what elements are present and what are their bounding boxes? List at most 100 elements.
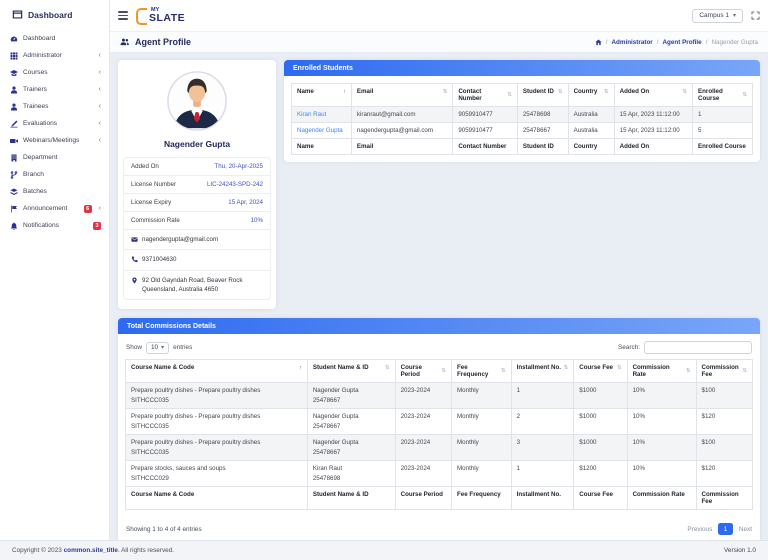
sidebar-item-trainees[interactable]: Trainees ‹ <box>0 98 109 115</box>
phone-icon <box>131 256 138 263</box>
student-name-link[interactable]: Nagender Gupta <box>291 122 352 139</box>
pagination-page-1[interactable]: 1 <box>718 523 733 536</box>
chevron-left-icon: ‹ <box>98 52 101 59</box>
detail-value: Thu, 20-Apr-2025 <box>214 163 264 170</box>
col-header-installment[interactable]: Installment No. ⇅ <box>510 359 575 384</box>
col-header-enrolled-course[interactable]: Enrolled Course ⇅ <box>692 83 753 107</box>
cell-frequency: Monthly <box>451 382 512 410</box>
agent-address-row: 92 Old Gayndah Road, Beaver Rock Queensl… <box>124 269 270 300</box>
table-row: Prepare poultry dishes - Prepare poultry… <box>125 408 754 436</box>
fullscreen-icon[interactable] <box>751 11 760 20</box>
sidebar-item-branch[interactable]: Branch <box>0 166 109 183</box>
cell-email: kiranraut@gmail.com <box>350 106 454 123</box>
breadcrumb-agent-profile[interactable]: Agent Profile <box>663 39 702 46</box>
administrator-icon <box>10 52 18 59</box>
col-header-course[interactable]: Course Name & Code ↑ <box>125 359 308 384</box>
cell-course-fee: $1000 <box>573 382 628 410</box>
cell-student: Kiran Raut 25478698 <box>306 460 396 488</box>
col-header-commission-rate[interactable]: Commission Rate ⇅ <box>626 359 697 384</box>
col-header-country[interactable]: Country ⇅ <box>567 83 615 107</box>
cell-rate: 10% <box>626 382 697 410</box>
detail-row-added-on: Added On Thu, 20-Apr-2025 <box>124 158 270 175</box>
pagination-next[interactable]: Next <box>739 526 752 533</box>
col-header-student[interactable]: Student Name & ID ⇅ <box>306 359 396 384</box>
col-header-email[interactable]: Email ⇅ <box>350 83 454 107</box>
menu-icon[interactable] <box>118 11 128 20</box>
page-title: Agent Profile <box>135 37 192 47</box>
search-input[interactable] <box>644 341 752 355</box>
cell-commission-fee: $120 <box>695 460 754 488</box>
sidebar-item-evaluations[interactable]: Evaluations ‹ <box>0 115 109 132</box>
chevron-left-icon: ‹ <box>98 69 101 76</box>
detail-value: LIC-24243-SPD-242 <box>206 181 263 188</box>
department-icon <box>11 154 17 161</box>
cell-added-on: 15 Apr, 2023 11:12:00 <box>613 106 694 123</box>
sidebar-item-dashboard[interactable]: Dashboard <box>0 30 109 47</box>
app-logo[interactable]: MY SLATE <box>136 7 185 25</box>
cell-commission-fee: $100 <box>695 434 754 462</box>
cell-course-fee: $1200 <box>573 460 628 488</box>
enrolled-students-header: Enrolled Students <box>284 60 760 76</box>
cell-student: Nagender Gupta 25478667 <box>306 408 396 436</box>
app-window-icon <box>12 10 23 19</box>
site-title-link[interactable]: common.site_title <box>64 547 118 554</box>
col-header-commission-fee[interactable]: Commission Fee ⇅ <box>695 359 754 384</box>
sort-icon: ⇅ <box>616 364 622 371</box>
page-length-select[interactable]: 10 ▾ <box>146 341 170 354</box>
pagination-previous[interactable]: Previous <box>687 526 712 533</box>
col-header-student-id[interactable]: Student ID ⇅ <box>516 83 569 107</box>
sidebar-item-courses[interactable]: Courses ‹ <box>0 64 109 81</box>
col-header-name[interactable]: Name ↑ <box>291 83 352 107</box>
table-row: Prepare poultry dishes - Prepare poultry… <box>125 434 754 462</box>
sidebar-item-administrator[interactable]: Administrator ‹ <box>0 47 109 64</box>
chevron-left-icon: ‹ <box>98 86 101 93</box>
campus-select[interactable]: Campus 1 ▾ <box>692 8 743 23</box>
cell-country: Australia <box>567 122 615 139</box>
sidebar-item-notifications[interactable]: Notifications 3 <box>0 217 109 234</box>
col-header-period[interactable]: Course Period ⇅ <box>394 359 453 384</box>
search-label: Search: <box>617 344 640 352</box>
col-header-contact[interactable]: Contact Number ⇅ <box>452 83 518 107</box>
sidebar-item-batches[interactable]: Batches <box>0 183 109 200</box>
logo-swoosh-icon <box>136 7 147 25</box>
col-header-frequency[interactable]: Fee Frequency ⇅ <box>451 359 512 384</box>
col-header-course-fee[interactable]: Course Fee ⇅ <box>573 359 628 384</box>
home-icon[interactable] <box>595 38 602 46</box>
show-label: Show <box>126 344 142 352</box>
sidebar: Dashboard Dashboard Administrator ‹ Cour… <box>0 0 110 540</box>
datatable-controls: Show 10 ▾ entries Search: <box>118 334 760 359</box>
sort-icon: ⇅ <box>604 88 609 95</box>
cell-rate: 10% <box>626 434 697 462</box>
sort-icon: ⇅ <box>742 368 747 375</box>
cell-course: Prepare poultry dishes - Prepare poultry… <box>125 408 308 436</box>
sort-icon: ↑ <box>343 88 346 95</box>
cell-course: Prepare poultry dishes - Prepare poultry… <box>125 382 308 410</box>
sidebar-item-department[interactable]: Department <box>0 149 109 166</box>
cell-country: Australia <box>567 106 615 123</box>
total-commissions-card: Total Commissions Details Show 10 ▾ entr… <box>118 318 760 540</box>
sidebar-item-announcement[interactable]: Announcement 6 ‹ <box>0 200 109 217</box>
table-row: Prepare stocks, sauces and soups SITHCCC0… <box>125 460 754 488</box>
sidebar-item-label: Webinars/Meetings <box>23 137 80 144</box>
chevron-left-icon: ‹ <box>98 137 101 144</box>
sort-icon: ↑ <box>299 364 302 371</box>
page-title-bar: Agent Profile Administrator Agent Profil… <box>110 32 768 53</box>
col-header-added-on[interactable]: Added On ⇅ <box>613 83 694 107</box>
sidebar-item-trainers[interactable]: Trainers ‹ <box>0 81 109 98</box>
table-row: Kiran Raut kiranraut@gmail.com 905991047… <box>291 106 753 123</box>
sidebar-brand: Dashboard <box>0 0 109 30</box>
sidebar-item-label: Notifications <box>23 222 59 229</box>
student-name-link[interactable]: Kiran Raut <box>291 106 352 123</box>
detail-value: 15 Apr, 2024 <box>228 199 263 206</box>
footer-col-contact: Contact Number <box>452 138 518 155</box>
trainers-icon <box>11 86 17 93</box>
cell-added-on: 15 Apr, 2023 11:12:00 <box>613 122 694 139</box>
footer-col-frequency: Fee Frequency <box>451 486 512 511</box>
breadcrumb-separator <box>706 39 708 46</box>
sidebar-brand-label: Dashboard <box>28 9 73 20</box>
sidebar-item-label: Branch <box>23 171 44 178</box>
chevron-left-icon: ‹ <box>98 103 101 110</box>
breadcrumb-administrator[interactable]: Administrator <box>611 39 652 46</box>
sidebar-item-webinars[interactable]: Webinars/Meetings ‹ <box>0 132 109 149</box>
cell-commission-fee: $120 <box>695 408 754 436</box>
